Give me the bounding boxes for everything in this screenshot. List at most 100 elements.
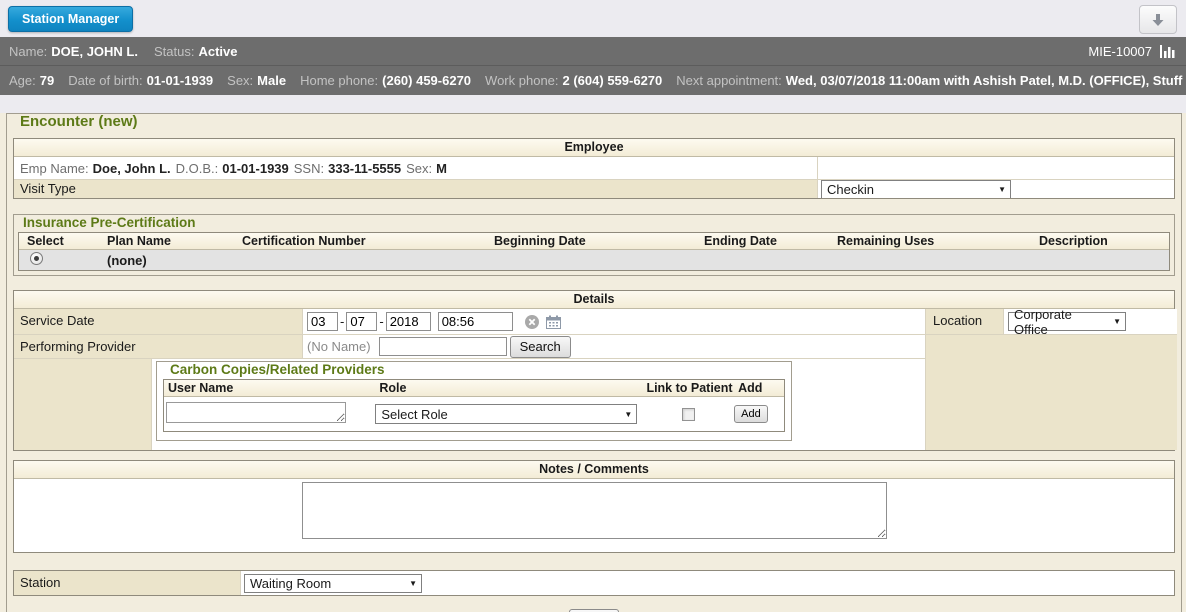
col-certification-number: Certification Number (234, 233, 486, 249)
emp-sex-value: M (436, 161, 447, 176)
work-phone-label: Work phone: (485, 73, 558, 88)
station-select[interactable]: Waiting Room ▼ (244, 574, 422, 593)
visit-type-row: Visit Type Checkin ▼ (14, 179, 1174, 198)
employee-section: Employee Emp Name: Doe, John L. D.O.B.: … (13, 138, 1175, 199)
no-name-text: (No Name) (307, 339, 371, 354)
name-label: Name: (9, 44, 47, 59)
notes-section: Notes / Comments (13, 460, 1175, 553)
service-date-year-input[interactable] (386, 312, 431, 331)
add-provider-button[interactable]: Add (734, 405, 768, 423)
service-time-input[interactable] (438, 312, 513, 331)
demographics-bar: Age: 79 Date of birth: 01-01-1939 Sex: M… (0, 66, 1186, 95)
service-date-month-input[interactable] (307, 312, 338, 331)
link-to-patient-checkbox[interactable] (682, 408, 695, 421)
employee-info: Emp Name: Doe, John L. D.O.B.: 01-01-193… (14, 157, 817, 179)
page-content: Encounter (new) Employee Emp Name: Doe, … (0, 113, 1186, 612)
performing-provider-cell: (No Name) Search (302, 334, 925, 358)
clear-date-button[interactable] (525, 315, 539, 329)
date-separator: - (379, 314, 383, 329)
status-label: Status: (154, 44, 194, 59)
emp-ssn-value: 333-11-5555 (328, 161, 401, 176)
details-section: Details Service Date - - (13, 290, 1175, 451)
provider-search-input[interactable] (379, 337, 507, 356)
provider-search-button[interactable]: Search (510, 336, 571, 358)
col-user-name: User Name (164, 380, 375, 396)
home-phone-label: Home phone: (300, 73, 378, 88)
station-value: Waiting Room (250, 576, 331, 591)
col-select: Select (19, 233, 99, 249)
location-label: Location (925, 309, 1003, 334)
carbon-copies-table-header: User Name Role Link to Patient Add (164, 380, 784, 397)
station-row: Station Waiting Room ▼ (14, 571, 1174, 595)
notes-textarea[interactable] (302, 482, 887, 539)
notes-body (14, 479, 1174, 552)
col-remaining-uses: Remaining Uses (829, 233, 1031, 249)
work-phone-value: 2 (604) 559-6270 (563, 73, 663, 88)
employee-header: Employee (14, 139, 1174, 157)
demographic-item: Age: 79 (9, 73, 54, 88)
age-value: 79 (40, 73, 54, 88)
emp-sex-label: Sex: (406, 161, 432, 176)
col-ending-date: Ending Date (696, 233, 829, 249)
emp-dob-label: D.O.B.: (176, 161, 219, 176)
carbon-copies-table: User Name Role Link to Patient Add (163, 379, 785, 432)
station-manager-button[interactable]: Station Manager (8, 6, 133, 32)
col-plan-name: Plan Name (99, 233, 234, 249)
demographic-item: Work phone: 2 (604) 559-6270 (485, 73, 662, 88)
demographic-item: Date of birth: 01-01-1939 (68, 73, 213, 88)
precert-none-radio[interactable] (30, 252, 43, 265)
col-link-to-patient: Link to Patient (642, 380, 734, 396)
visit-type-cell: Checkin ▼ (817, 179, 1174, 198)
demographic-item: Home phone: (260) 459-6270 (300, 73, 471, 88)
col-description: Description (1031, 233, 1169, 249)
collapse-button[interactable] (1139, 5, 1177, 34)
carbon-copies-row: Carbon Copies/Related Providers User Nam… (14, 358, 925, 450)
insurance-precert-legend: Insurance Pre-Certification (18, 215, 201, 230)
sex-value: Male (257, 73, 286, 88)
carbon-copies-fieldset: Carbon Copies/Related Providers User Nam… (156, 361, 792, 441)
age-label: Age: (9, 73, 36, 88)
emp-name-label: Emp Name: (20, 161, 89, 176)
carbon-copies-input-row: Select Role ▼ Add (164, 397, 784, 431)
station-label: Station (14, 571, 240, 595)
carbon-copies-left-strip (14, 359, 151, 450)
chevron-down-icon: ▼ (409, 579, 417, 588)
details-right-area (925, 334, 1177, 450)
details-grid: Service Date - - (14, 309, 1174, 450)
next-appointment-value: Wed, 03/07/2018 11:00am with Ashish Pate… (786, 73, 1183, 88)
chevron-down-icon: ▼ (1113, 317, 1121, 326)
performing-provider-label: Performing Provider (14, 334, 302, 358)
encounter-legend: Encounter (new) (15, 113, 143, 130)
details-header: Details (14, 291, 1174, 309)
date-separator: - (340, 314, 344, 329)
visit-type-select[interactable]: Checkin ▼ (821, 180, 1011, 199)
patient-status: Active (198, 44, 237, 59)
station-section: Station Waiting Room ▼ (13, 570, 1175, 596)
calendar-icon (546, 315, 561, 329)
patient-name: DOE, JOHN L. (51, 44, 138, 59)
service-date-label: Service Date (14, 309, 302, 334)
plan-name-value: (none) (99, 253, 234, 268)
user-name-input[interactable] (166, 402, 346, 423)
col-beginning-date: Beginning Date (486, 233, 696, 249)
chevron-down-icon: ▼ (998, 185, 1006, 194)
notes-header: Notes / Comments (14, 461, 1174, 479)
emp-dob-value: 01-01-1939 (222, 161, 289, 176)
insurance-table-header: Select Plan Name Certification Number Be… (19, 233, 1169, 250)
location-select[interactable]: Corporate Office ▼ (1008, 312, 1126, 331)
insurance-precert-fieldset: Insurance Pre-Certification Select Plan … (13, 214, 1175, 276)
demographic-item: Sex: Male (227, 73, 286, 88)
service-date-day-input[interactable] (346, 312, 377, 331)
col-role: Role (375, 380, 642, 396)
emp-name-value: Doe, John L. (93, 161, 171, 176)
carbon-copies-cell: Carbon Copies/Related Providers User Nam… (151, 359, 925, 450)
location-cell: Corporate Office ▼ (1003, 309, 1177, 334)
calendar-button[interactable] (546, 315, 561, 329)
emp-ssn-label: SSN: (294, 161, 324, 176)
station-code: MIE-10007 (1088, 44, 1152, 59)
role-select[interactable]: Select Role ▼ (375, 404, 637, 424)
bar-chart-icon[interactable] (1159, 44, 1177, 59)
arrow-down-icon (1150, 12, 1166, 28)
visit-type-label: Visit Type (14, 179, 817, 198)
home-phone-value: (260) 459-6270 (382, 73, 471, 88)
